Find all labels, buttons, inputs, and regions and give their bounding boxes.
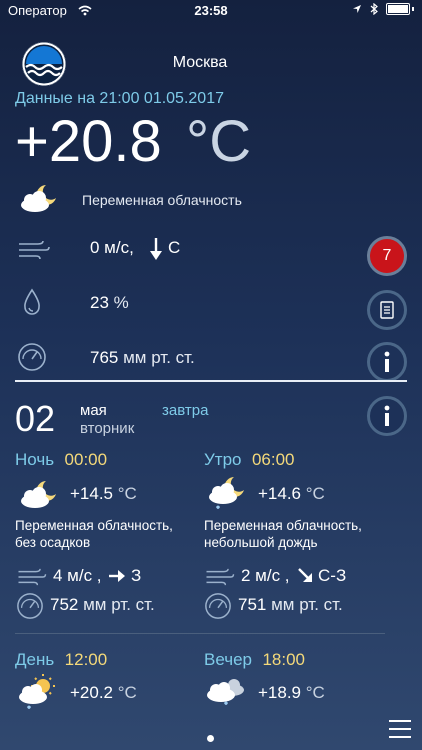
pressure-gauge-icon <box>18 343 46 371</box>
pressure-unit: мм рт. ст. <box>123 348 195 367</box>
wind-arrow-east-icon <box>109 570 125 582</box>
menu-icon[interactable] <box>389 720 411 744</box>
period-wind: 4 м/с , <box>53 566 102 585</box>
info-icon <box>384 351 390 372</box>
page-indicator-dot[interactable] <box>207 735 214 742</box>
period-label: Вечер <box>204 650 252 669</box>
app-logo[interactable] <box>22 42 66 86</box>
cloudy-rain-icon <box>207 679 244 705</box>
period-temperature: +18.9 °C <box>258 683 325 703</box>
humidity-row: 23 % <box>90 293 129 313</box>
forecast-weekday: вторник <box>80 420 135 437</box>
period-morning: Утро 06:00 <box>204 450 295 470</box>
battery-tip <box>412 7 414 11</box>
current-temperature-unit: °C <box>186 109 252 174</box>
status-right <box>352 3 414 15</box>
period-label: Ночь <box>15 450 55 469</box>
period-wind-direction: С-З <box>318 566 347 585</box>
period-temp-value: +20.2 <box>70 683 114 702</box>
section-divider <box>15 380 407 382</box>
notes-button[interactable] <box>367 290 407 330</box>
humidity-drop-icon <box>24 288 40 315</box>
update-timestamp: Данные на 21:00 01.05.2017 <box>15 90 224 107</box>
period-pressure-value: 752 <box>50 595 79 614</box>
wind-icon <box>18 568 47 586</box>
period-pressure-value: 751 <box>238 595 267 614</box>
period-time: 12:00 <box>64 650 108 669</box>
period-temperature: +20.2 °C <box>70 683 137 703</box>
period-description: Переменная облачность, небольшой дождь <box>204 518 362 550</box>
period-night: Ночь 00:00 <box>15 450 107 470</box>
period-label: Утро <box>204 450 242 469</box>
location-arrow-icon <box>353 5 361 13</box>
humidity-unit: % <box>113 293 129 312</box>
period-wind: 2 м/с , <box>241 566 290 585</box>
period-evening: Вечер 18:00 <box>204 650 305 670</box>
wind-icon <box>206 568 235 586</box>
period-pressure-unit: мм рт. ст. <box>271 595 343 614</box>
alerts-count: 7 <box>382 247 392 264</box>
period-temp-value: +14.5 <box>70 484 114 503</box>
forecast-day-number: 02 <box>15 398 56 439</box>
forecast-day-tag: завтра <box>162 402 209 419</box>
period-temp-value: +14.6 <box>258 484 302 503</box>
current-temperature: +20.8 <box>15 109 162 174</box>
period-description: Переменная облачность, без осадков <box>15 518 173 550</box>
period-pressure-unit: мм рт. ст. <box>83 595 155 614</box>
alerts-button[interactable]: 7 <box>367 236 407 276</box>
document-icon <box>380 301 394 319</box>
forecast-info-button[interactable] <box>367 396 407 436</box>
wind-arrow-southeast-icon <box>298 568 312 582</box>
period-time: 00:00 <box>64 450 108 469</box>
battery-icon <box>386 3 410 15</box>
wind-value: 0 м/с, <box>90 238 134 257</box>
partly-cloudy-night-icon <box>21 481 56 508</box>
period-divider <box>15 633 385 634</box>
pressure-gauge-icon <box>205 593 231 619</box>
wind-direction: С <box>168 238 181 257</box>
period-time: 06:00 <box>251 450 295 469</box>
wind-icon <box>19 240 50 260</box>
wind-direction-arrow-icon <box>150 238 162 260</box>
period-time: 18:00 <box>262 650 305 669</box>
pressure-row: 765 мм рт. ст. <box>90 348 195 368</box>
period-pressure: 752 мм рт. ст. <box>50 595 155 615</box>
humidity-value: 23 <box>90 293 109 312</box>
forecast-month: мая <box>80 402 107 419</box>
period-temp-unit: °C <box>117 683 137 702</box>
status-bar: Оператор 23:58 <box>0 0 422 22</box>
current-condition: Переменная облачность <box>82 192 242 208</box>
period-temperature: +14.6 °C <box>258 484 325 504</box>
period-day: День 12:00 <box>15 650 107 670</box>
period-label: День <box>15 650 55 669</box>
period-temperature: +14.5 °C <box>70 484 137 504</box>
period-temp-unit: °C <box>305 683 325 702</box>
period-temp-unit: °C <box>305 484 325 503</box>
period-temp-unit: °C <box>117 484 137 503</box>
city-name[interactable]: Москва <box>150 54 250 72</box>
info-button[interactable] <box>367 342 407 382</box>
period-wind-direction: З <box>131 566 142 585</box>
partly-cloudy-rain-day-icon <box>19 674 55 709</box>
partly-cloudy-night-icon <box>21 185 56 212</box>
info-icon <box>384 405 390 426</box>
period-pressure: 751 мм рт. ст. <box>238 595 343 615</box>
bluetooth-icon <box>370 3 378 15</box>
pressure-value: 765 <box>90 348 119 367</box>
period-temp-value: +18.9 <box>258 683 302 702</box>
pressure-gauge-icon <box>17 593 43 619</box>
partly-cloudy-rain-night-icon <box>209 477 244 509</box>
